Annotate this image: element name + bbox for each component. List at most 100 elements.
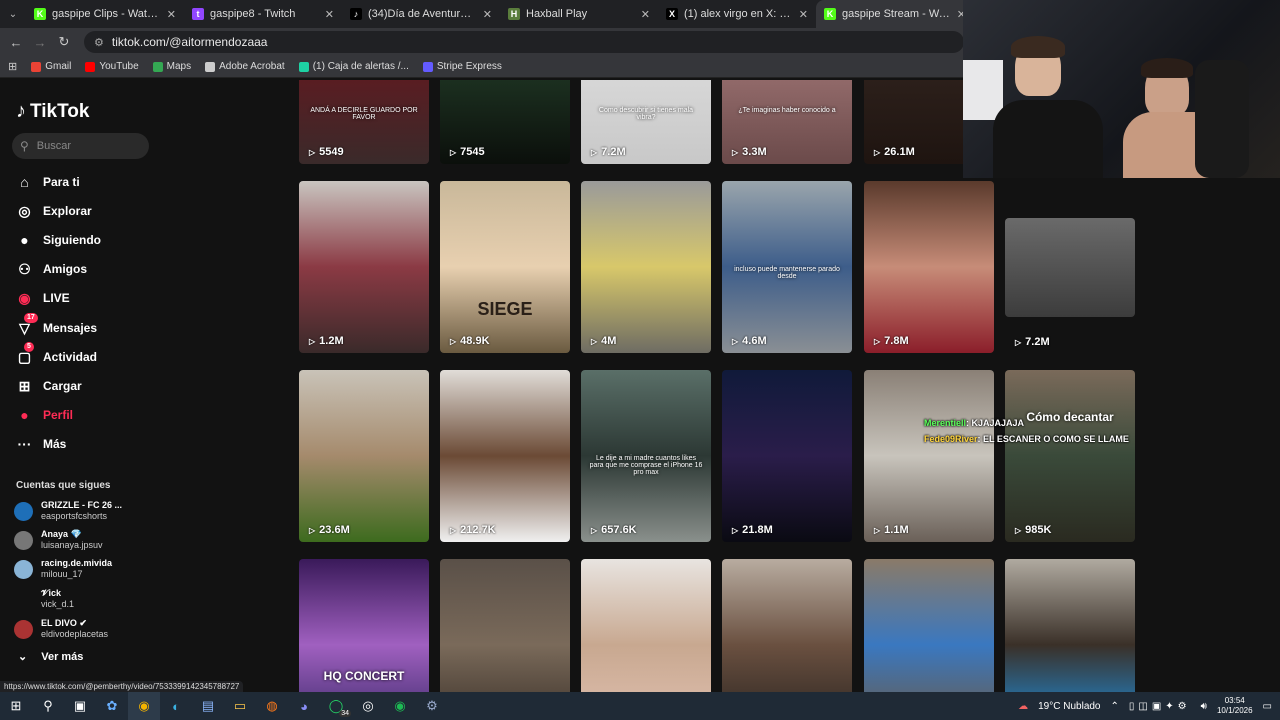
video-thumbnail[interactable]: ▷ 4M: [581, 181, 711, 353]
browser-tab[interactable]: t gaspipe8 - Twitch ✕: [184, 0, 342, 28]
bookmark-item[interactable]: Maps: [152, 61, 192, 72]
chrome-icon[interactable]: ◉: [128, 692, 160, 720]
bookmark-item[interactable]: Stripe Express: [422, 61, 502, 72]
bookmark-label: Gmail: [45, 61, 72, 72]
video-thumbnail[interactable]: [440, 559, 570, 692]
bookmark-item[interactable]: Gmail: [31, 61, 71, 72]
nav-item-friends[interactable]: ⚇ Amigos: [16, 258, 87, 280]
video-thumbnail[interactable]: ▷ 7.8M: [864, 181, 994, 353]
video-thumbnail[interactable]: ▷ 21.8M: [722, 370, 852, 542]
video-thumbnail[interactable]: Cómo decantar ▷ 985K: [1005, 370, 1135, 542]
windows-start-icon[interactable]: ⊞: [0, 692, 32, 720]
tray-icons[interactable]: ▯◫▣✦⚙: [1129, 701, 1191, 712]
bookmark-label: Maps: [166, 61, 192, 72]
nav-item-messages[interactable]: ▽ 17 Mensajes: [16, 312, 97, 339]
bookmark-favicon-icon: [205, 61, 216, 72]
nav-item-live[interactable]: ◉ LIVE: [16, 287, 69, 309]
tab-close-icon[interactable]: ✕: [483, 8, 492, 21]
view-count: ▷ 23.6M: [309, 524, 350, 536]
widgets-icon[interactable]: ✿: [96, 692, 128, 720]
video-thumbnail[interactable]: [722, 559, 852, 692]
upload-icon: ⊞: [18, 377, 31, 394]
forward-arrow-icon[interactable]: →: [28, 35, 52, 50]
view-count-value: 4.6M: [742, 335, 767, 347]
steam-icon[interactable]: ⚙: [416, 692, 448, 720]
tab-search-chevron-icon[interactable]: ⌄: [0, 0, 26, 28]
tab-close-icon[interactable]: ✕: [641, 8, 650, 21]
whatsapp-icon[interactable]: ◯ 34: [320, 692, 352, 720]
volume-icon[interactable]: 🔊︎: [1201, 701, 1207, 712]
video-thumbnail[interactable]: HQ CONCERT: [299, 559, 429, 692]
nav-item-following-avatar[interactable]: ● Siguiendo: [16, 229, 101, 251]
followed-account[interactable]: racing.de.mivida milouu_17: [14, 558, 112, 580]
firefox-icon[interactable]: ◍: [256, 692, 288, 720]
play-icon: ▷: [450, 525, 457, 535]
browser-tab[interactable]: ♪ (34)Día de Aventura con Leto e ✕: [342, 0, 500, 28]
search-icon[interactable]: ⚲: [32, 692, 64, 720]
video-thumbnail[interactable]: ¿Te imaginas haber conocido a ▷ 3.3M: [722, 80, 852, 164]
notifications-icon[interactable]: ▭: [1263, 701, 1272, 712]
video-thumbnail[interactable]: [1005, 559, 1135, 692]
weather-text[interactable]: 19°C Nublado: [1038, 701, 1100, 712]
file-explorer-icon[interactable]: ▭: [224, 692, 256, 720]
browser-tab[interactable]: Kgaspipe Stream - Watch Live on✕: [816, 0, 974, 28]
browser-tab[interactable]: X (1) alex virgo en X: "y esto que ✕: [658, 0, 816, 28]
nav-item-activity[interactable]: ▢ 5 Actividad: [16, 341, 98, 368]
video-thumbnail[interactable]: [581, 559, 711, 692]
tab-close-icon[interactable]: ✕: [799, 8, 808, 21]
video-thumbnail[interactable]: ▷ 23.6M: [299, 370, 429, 542]
bookmark-item[interactable]: YouTube: [85, 61, 139, 72]
nav-item-profile[interactable]: ● Perfil: [16, 404, 73, 426]
browser-tab[interactable]: Kgaspipe Clips - Watch Live on K ✕: [26, 0, 184, 28]
browser-tab[interactable]: H Haxball Play ✕: [500, 0, 658, 28]
nav-item-label: Actividad: [43, 350, 98, 364]
bookmark-item[interactable]: (1) Caja de alertas /...: [298, 61, 409, 72]
site-info-icon[interactable]: ⚙: [94, 36, 104, 49]
play-icon: ▷: [874, 147, 881, 157]
tab-title: (34)Día de Aventura con Leto e: [368, 8, 477, 20]
nav-item-home[interactable]: ⌂ Para ti: [16, 171, 79, 193]
view-count-value: 3.3M: [742, 146, 767, 158]
followed-account[interactable]: EL DIVO ✔ eldivodeplacetas: [14, 618, 108, 640]
bookmark-item[interactable]: Adobe Acrobat: [205, 61, 285, 72]
apps-grid-icon[interactable]: ⊞: [8, 60, 17, 73]
discord-icon[interactable]: ◕: [288, 692, 320, 720]
followed-account[interactable]: 𝓥ick vick_d.1: [14, 588, 74, 610]
followed-account[interactable]: GRIZZLE - FC 26 ... easportsfcshorts: [14, 500, 122, 522]
video-thumbnail[interactable]: ANDÁ A DECIRLE GUARDO POR FAVOR ▷ 5549: [299, 80, 429, 164]
weather-icon[interactable]: ☁: [1018, 701, 1028, 712]
live-icon: ◉: [18, 289, 31, 306]
nav-item-compass[interactable]: ◎ Explorar: [16, 200, 91, 222]
video-thumbnail[interactable]: incluso puede mantenerse parado desde ▷ 4.…: [722, 181, 852, 353]
video-thumbnail[interactable]: Como descubrir si tienes mala vibra? ▷ 7.2…: [581, 80, 711, 164]
tab-close-icon[interactable]: ✕: [167, 8, 176, 21]
play-icon: ▷: [309, 525, 316, 535]
task-view-icon[interactable]: ▣: [64, 692, 96, 720]
nav-item-upload[interactable]: ⊞ Cargar: [16, 375, 82, 397]
spotify-icon[interactable]: ◉: [384, 692, 416, 720]
tab-favicon-icon: ♪: [350, 8, 362, 20]
video-thumbnail[interactable]: Le dije a mi madre cuantos likes para qu…: [581, 370, 711, 542]
see-more-button[interactable]: ⌄ Ver más: [18, 650, 83, 664]
video-thumbnail[interactable]: ▷ 212.7K: [440, 370, 570, 542]
followed-account[interactable]: Anaya 💎 luisanaya.jpsuv: [14, 529, 103, 551]
search-input[interactable]: ⚲ Buscar: [12, 133, 149, 159]
video-thumbnail[interactable]: SIEGE ▷ 48.9K: [440, 181, 570, 353]
video-thumbnail[interactable]: [864, 559, 994, 692]
address-bar[interactable]: ⚙ tiktok.com/@aitormendozaaa: [84, 31, 964, 53]
video-thumbnail[interactable]: ▷ 1.2M: [299, 181, 429, 353]
chat-line: Fede09River: EL ESCANER O COMO SE LLAME: [924, 431, 1129, 447]
tab-close-icon[interactable]: ✕: [325, 8, 334, 21]
tray-overflow-icon[interactable]: ⌃: [1111, 701, 1119, 712]
reload-icon[interactable]: ↻: [52, 34, 76, 50]
edge-icon[interactable]: ◐: [160, 692, 192, 720]
back-arrow-icon[interactable]: ←: [4, 35, 28, 50]
video-thumbnail[interactable]: ▷ 1.1M: [864, 370, 994, 542]
obs-icon[interactable]: ◎: [352, 692, 384, 720]
store-icon[interactable]: ▤: [192, 692, 224, 720]
video-thumbnail[interactable]: ▷ 7545: [440, 80, 570, 164]
video-thumbnail[interactable]: ▷ 7.2M: [1005, 218, 1135, 348]
tiktok-logo[interactable]: ♪ TikTok: [16, 100, 89, 123]
clock[interactable]: 03:54 10/1/2026: [1217, 696, 1253, 716]
nav-item-more[interactable]: ··· Más: [16, 433, 67, 455]
